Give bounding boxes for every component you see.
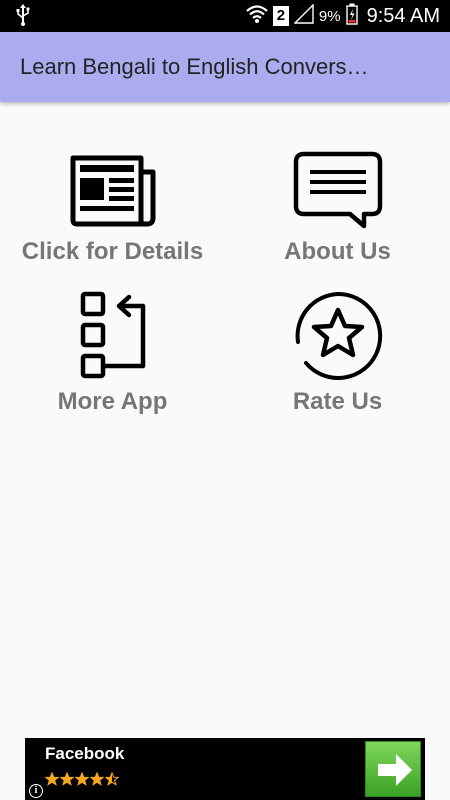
about-us-button[interactable]: About Us [225,150,450,266]
newspaper-icon [67,150,159,228]
tile-label: Click for Details [21,238,204,265]
arrow-right-icon [366,754,422,800]
usb-icon [16,4,30,31]
app-bar: Learn Bengali to English Convers… [0,32,450,102]
ad-banner[interactable]: Facebook i [25,738,425,800]
rate-us-button[interactable]: Rate Us [225,290,450,416]
star-icon [75,772,89,786]
ad-rating-stars [45,772,119,786]
star-icon [60,772,74,786]
tile-label: About Us [284,238,391,265]
screen: 2 9% 9:54 AM Learn Bengali to English Co… [0,0,450,800]
clock: 9:54 AM [366,4,440,27]
ad-info-icon[interactable]: i [29,784,43,798]
star-icon [105,772,119,786]
sim-slot-badge: 2 [272,6,289,26]
app-title: Learn Bengali to English Convers… [20,54,369,79]
battery-percent: 9% [318,7,341,25]
app-list-icon [77,290,149,382]
more-app-button[interactable]: More App [0,290,225,416]
tile-label: Rate Us [292,388,383,415]
ad-title: Facebook [45,744,125,763]
star-circle-icon [292,290,384,382]
wifi-icon [246,4,268,29]
ad-install-button[interactable] [365,741,421,797]
signal-icon [293,2,314,29]
tile-label: More App [57,388,168,415]
status-bar: 2 9% 9:54 AM [0,0,450,32]
star-icon [45,772,59,786]
click-for-details-button[interactable]: Click for Details [0,150,225,266]
status-icons: 2 9% 9:54 AM [246,0,440,32]
star-icon [90,772,104,786]
battery-icon [345,3,358,30]
chat-bubble-icon [292,150,384,230]
